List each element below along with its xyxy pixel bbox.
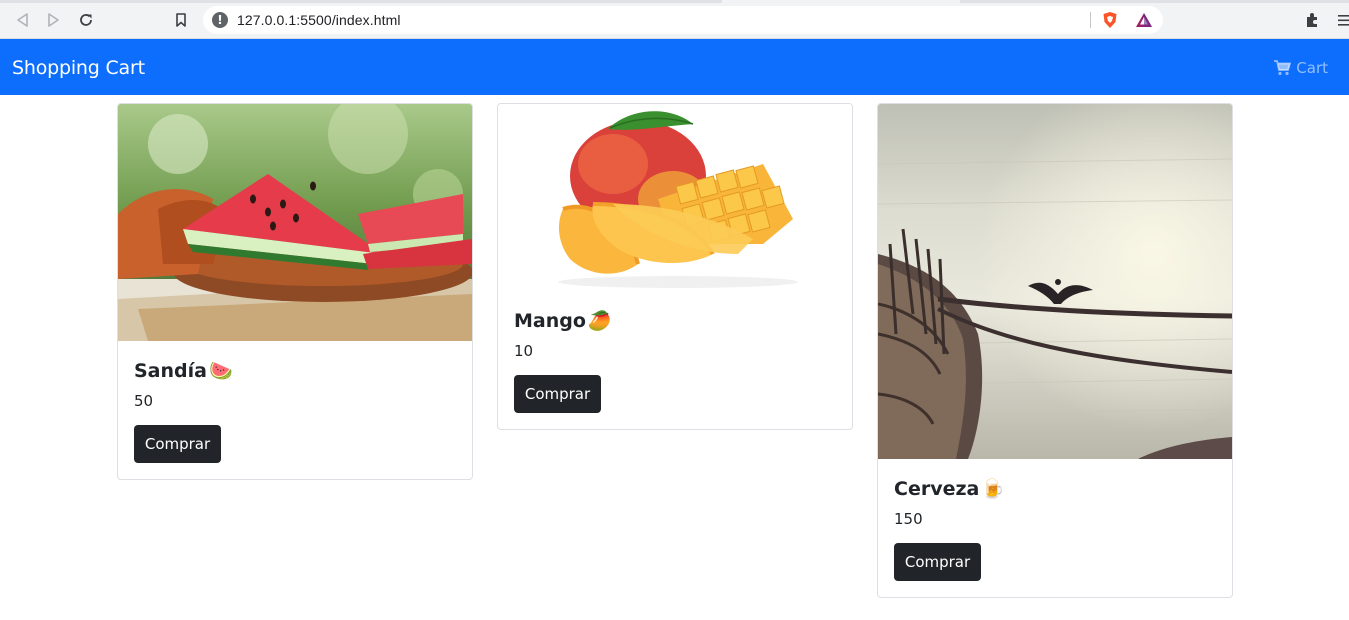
address-bar[interactable]: ! 127.0.0.1:5500/index.html bbox=[203, 6, 1163, 34]
brave-shield-icon[interactable] bbox=[1101, 11, 1119, 29]
buy-button[interactable]: Comprar bbox=[514, 375, 601, 413]
mango-icon: 🥭 bbox=[587, 310, 612, 332]
tab-strip bbox=[0, 0, 1349, 3]
menu-icon[interactable] bbox=[1337, 11, 1349, 29]
omnibox-divider bbox=[1090, 12, 1091, 28]
browser-toolbar: ! 127.0.0.1:5500/index.html bbox=[0, 0, 1349, 39]
product-title: Sandía 🍉 bbox=[134, 357, 456, 385]
back-icon[interactable] bbox=[12, 10, 32, 30]
site-info-icon[interactable]: ! bbox=[212, 12, 228, 28]
cart-link[interactable]: Cart bbox=[1274, 59, 1328, 77]
product-price: 50 bbox=[134, 392, 154, 410]
beer-icon: 🍺 bbox=[981, 478, 1006, 500]
product-price: 150 bbox=[894, 510, 923, 528]
reload-icon[interactable] bbox=[76, 10, 96, 30]
product-name: Cerveza bbox=[894, 478, 980, 500]
cart-icon bbox=[1274, 60, 1292, 76]
product-name: Sandía bbox=[134, 360, 207, 382]
url-text: 127.0.0.1:5500/index.html bbox=[237, 12, 401, 28]
product-price: 10 bbox=[514, 342, 534, 360]
buy-button[interactable]: Comprar bbox=[134, 425, 221, 463]
extensions-icon[interactable] bbox=[1304, 11, 1322, 29]
product-name: Mango bbox=[514, 310, 586, 332]
cart-label: Cart bbox=[1296, 59, 1328, 77]
product-title: Cerveza 🍺 bbox=[894, 475, 1216, 503]
buy-button[interactable]: Comprar bbox=[894, 543, 981, 581]
forward-icon[interactable] bbox=[44, 10, 64, 30]
product-image-watermelon bbox=[118, 104, 472, 341]
bookmark-icon[interactable] bbox=[171, 10, 191, 30]
product-title: Mango 🥭 bbox=[514, 307, 836, 335]
product-card: Cerveza 🍺 150 Comprar bbox=[877, 103, 1233, 598]
navbar: Shopping Cart Cart bbox=[0, 39, 1349, 95]
navbar-brand[interactable]: Shopping Cart bbox=[12, 57, 145, 79]
product-image-boat-bird bbox=[878, 104, 1232, 459]
brave-rewards-icon[interactable] bbox=[1135, 11, 1153, 29]
product-card: Sandía 🍉 50 Comprar bbox=[117, 103, 473, 480]
product-image-mango bbox=[498, 104, 852, 291]
watermelon-icon: 🍉 bbox=[208, 360, 233, 382]
product-card: Mango 🥭 10 Comprar bbox=[497, 103, 853, 430]
